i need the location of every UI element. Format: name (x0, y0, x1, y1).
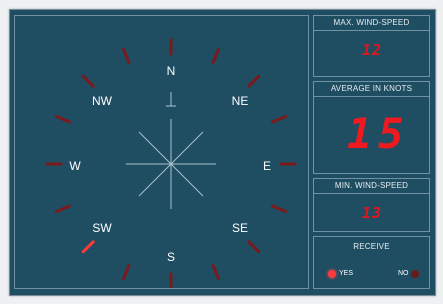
max-wind-speed-title: MAX. WIND-SPEED (314, 16, 429, 31)
average-knots-value: 15 (347, 109, 410, 158)
receive-yes-label: YES (339, 270, 354, 277)
direction-label-s: S (166, 250, 175, 264)
wind-tick-6 (247, 240, 261, 254)
wind-display-window: N NE E SE S SW W NW MAX. WIND-SPEED 12 A… (9, 9, 436, 296)
direction-label-e: E (262, 159, 271, 173)
min-wind-speed-value: 13 (362, 204, 383, 222)
direction-label-sw: SW (92, 221, 112, 235)
wind-tick-10 (81, 240, 95, 254)
wind-tick-7 (211, 264, 220, 281)
wind-tick-11 (54, 204, 71, 213)
wind-tick-3 (271, 115, 288, 124)
direction-label-ne: NE (231, 94, 249, 108)
wind-tick-1 (211, 47, 220, 64)
receive-title: RECEIVE (353, 242, 390, 251)
receive-no-led (411, 270, 419, 278)
average-knots-panel: AVERAGE IN KNOTS 15 (313, 81, 430, 174)
receive-no-label: NO (398, 270, 409, 277)
compass-rose: N NE E SE S SW W NW (14, 15, 309, 289)
min-wind-speed-title: MIN. WIND-SPEED (314, 179, 429, 194)
min-wind-speed-panel: MIN. WIND-SPEED 13 (313, 178, 430, 232)
direction-label-w: W (69, 159, 81, 173)
direction-label-n: N (166, 64, 176, 78)
wind-tick-9 (122, 264, 131, 281)
wind-tick-15 (122, 47, 131, 64)
receive-panel: RECEIVE YES NO (313, 236, 430, 289)
direction-label-se: SE (231, 221, 248, 235)
wind-tick-2 (247, 74, 261, 88)
receive-yes-led (328, 270, 336, 278)
max-wind-speed-panel: MAX. WIND-SPEED 12 (313, 15, 430, 77)
compass-graphic (45, 38, 297, 288)
wind-tick-14 (81, 74, 95, 88)
average-knots-title: AVERAGE IN KNOTS (314, 82, 429, 97)
wind-tick-13 (54, 115, 71, 124)
wind-tick-5 (271, 204, 288, 213)
direction-label-nw: NW (92, 94, 112, 108)
max-wind-speed-value: 12 (362, 41, 383, 59)
